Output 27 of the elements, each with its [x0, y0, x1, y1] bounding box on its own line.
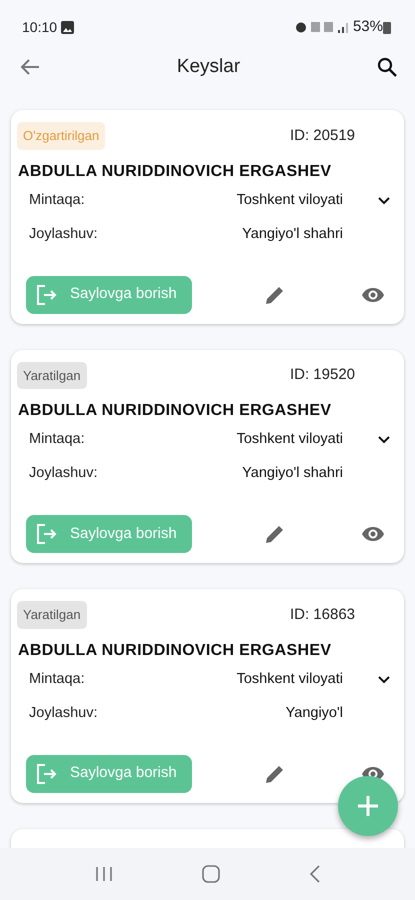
- case-id: ID: 16863: [290, 604, 355, 624]
- page-title: Keyslar: [176, 56, 242, 78]
- field-label: Mintaqa:: [29, 670, 86, 689]
- status-tag: O'zgartirilgan: [17, 122, 106, 150]
- status-time: 10:10: [22, 18, 58, 36]
- go-to-election-button[interactable]: Saylovga borish: [26, 754, 192, 792]
- case-id: ID: 19520: [290, 365, 355, 385]
- person-name: ABDULLA NURIDDINOVICH ERGASHEV: [18, 640, 332, 660]
- field-label: Joylashuv:: [29, 464, 99, 484]
- case-id: ID: 20519: [290, 126, 355, 146]
- field-label: Joylashuv:: [29, 224, 99, 244]
- field-value: Yangiyo'l shahri: [242, 464, 343, 484]
- status-tag: Yaratilgan: [17, 601, 87, 628]
- field-value: Toshkent viloyati: [236, 430, 343, 450]
- person-name: ABDULLA NURIDDINOVICH ERGASHEV: [18, 162, 332, 182]
- field-value: Toshkent viloyati: [236, 190, 343, 210]
- status-tag: Yaratilgan: [17, 362, 87, 389]
- field-value: Yangiyo'l shahri: [242, 224, 343, 244]
- person-name: ABDULLA NURIDDINOVICH ERGASHEV: [18, 401, 332, 421]
- go-to-election-button[interactable]: Saylovga borish: [26, 276, 192, 314]
- field-value: Yangiyo'l: [286, 704, 343, 723]
- field-label: Mintaqa:: [29, 430, 86, 450]
- go-to-election-button[interactable]: Saylovga borish: [26, 515, 192, 553]
- field-label: Joylashuv:: [29, 704, 99, 723]
- battery-level: 53%: [352, 16, 383, 37]
- field-label: Mintaqa:: [29, 190, 86, 210]
- field-value: Toshkent viloyati: [236, 670, 343, 689]
